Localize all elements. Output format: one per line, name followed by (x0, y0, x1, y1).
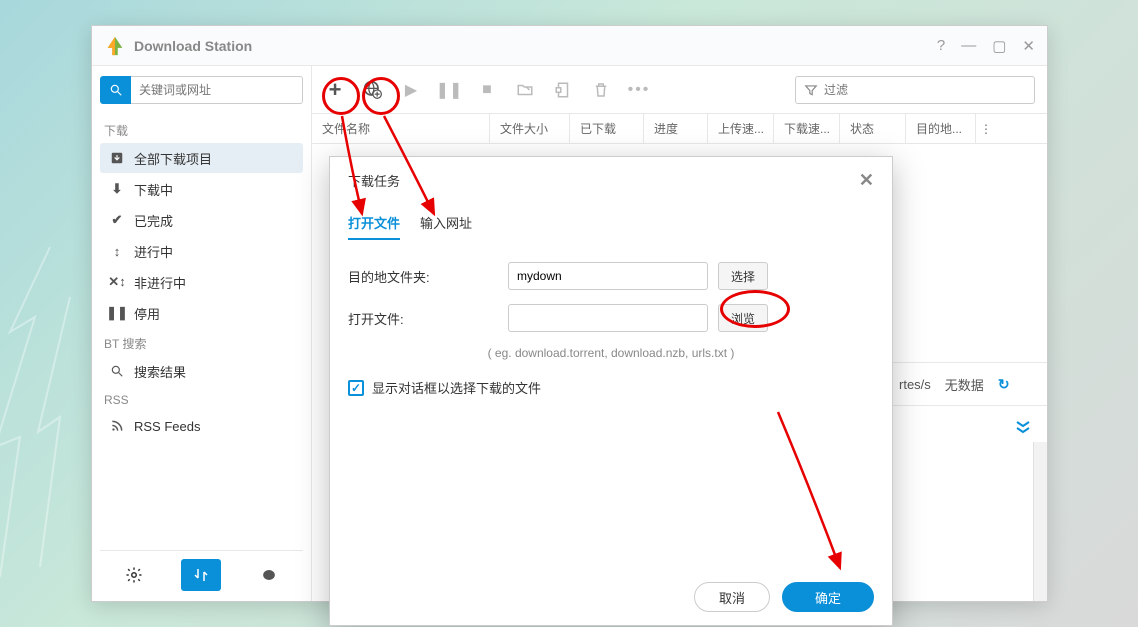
open-file-label: 打开文件: (348, 309, 508, 328)
add-task-button[interactable]: + (324, 79, 346, 101)
section-download: 下载 (104, 122, 299, 139)
downloading-icon: ⬇ (108, 181, 126, 197)
section-rss: RSS (104, 393, 299, 407)
sidebar: 下载 全部下载项目 ⬇ 下载中 ✔ 已完成 ↕ 进行中 ✕↕ 非进行中 ❚❚ 停用 BT … (92, 66, 312, 601)
nav-label: 停用 (134, 304, 160, 323)
minimize-button[interactable]: — (961, 37, 976, 54)
checkbox-icon: ✓ (348, 380, 364, 396)
rss-icon (108, 419, 126, 433)
pause-icon: ❚❚ (108, 305, 126, 321)
col-status[interactable]: 状态 (840, 114, 906, 143)
col-size[interactable]: 文件大小 (490, 114, 570, 143)
tab-open-file[interactable]: 打开文件 (348, 213, 400, 240)
play-button[interactable]: ▶ (400, 79, 422, 101)
transfer-button[interactable] (181, 559, 221, 591)
dest-input[interactable] (508, 262, 708, 290)
cancel-button[interactable]: 取消 (694, 582, 770, 612)
expand-toggle[interactable] (963, 412, 1043, 442)
dialog-title: 下载任务 (348, 171, 859, 190)
delete-button[interactable] (590, 79, 612, 101)
check-icon: ✔ (108, 212, 126, 228)
col-menu[interactable]: ⋮ (976, 114, 996, 143)
file-hint: ( eg. download.torrent, download.nzb, ur… (348, 346, 874, 360)
sidebar-item-rss[interactable]: RSS Feeds (100, 411, 303, 441)
maximize-button[interactable]: ▢ (992, 37, 1006, 55)
search-icon (108, 364, 126, 378)
col-dest[interactable]: 目的地... (906, 114, 976, 143)
tab-enter-url[interactable]: 输入网址 (420, 213, 472, 240)
transfer-icon (192, 566, 210, 584)
col-dlspeed[interactable]: 下载速... (774, 114, 840, 143)
filter-icon (804, 83, 818, 97)
checkbox-label: 显示对话框以选择下载的文件 (372, 378, 541, 397)
dest-label: 目的地文件夹: (348, 267, 508, 286)
download-task-dialog: 下载任务 ✕ 打开文件 输入网址 目的地文件夹: 选择 打开文件: 浏览 ( e… (329, 156, 893, 626)
show-dialog-checkbox[interactable]: ✓ 显示对话框以选择下载的文件 (348, 378, 874, 397)
table-header: 文件名称 文件大小 已下载 进度 上传速... 下载速... 状态 目的地...… (312, 114, 1047, 144)
nav-label: 已完成 (134, 211, 173, 230)
col-downloaded[interactable]: 已下载 (570, 114, 644, 143)
nav-label: 全部下载项目 (134, 149, 212, 168)
refresh-button[interactable]: ↻ (998, 376, 1010, 393)
dest-select-button[interactable]: 选择 (718, 262, 768, 290)
nav-label: RSS Feeds (134, 419, 200, 434)
globe-plus-icon (363, 80, 383, 100)
section-bt: BT 搜索 (104, 335, 299, 352)
col-upspeed[interactable]: 上传速... (708, 114, 774, 143)
filter-input[interactable] (824, 83, 1026, 97)
sidebar-item-downloading[interactable]: ⬇ 下载中 (100, 174, 303, 204)
nav-label: 搜索结果 (134, 362, 186, 381)
sidebar-item-all[interactable]: 全部下载项目 (100, 143, 303, 173)
close-button[interactable]: ✕ (1022, 37, 1035, 55)
emule-icon (259, 566, 279, 584)
ok-button[interactable]: 确定 (782, 582, 874, 612)
app-title: Download Station (134, 38, 921, 54)
help-button[interactable]: ? (937, 37, 945, 54)
emule-button[interactable] (249, 559, 289, 591)
sidebar-item-active[interactable]: ↕ 进行中 (100, 236, 303, 266)
nav-label: 进行中 (134, 242, 173, 261)
sidebar-item-stopped[interactable]: ❚❚ 停用 (100, 298, 303, 328)
search-button[interactable] (100, 76, 131, 104)
status-bar: rtes/s 无数据 ↻ (887, 362, 1047, 406)
status-rate: rtes/s (899, 377, 931, 392)
browse-button[interactable]: 浏览 (718, 304, 768, 332)
nav-label: 非进行中 (134, 273, 186, 292)
toolbar: + ▶ ❚❚ ■ ••• (312, 66, 1047, 114)
sidebar-item-completed[interactable]: ✔ 已完成 (100, 205, 303, 235)
nav-label: 下载中 (134, 180, 173, 199)
chevron-double-down-icon (1015, 420, 1031, 434)
gear-icon (125, 566, 143, 584)
settings-button[interactable] (114, 559, 154, 591)
folder-button[interactable] (514, 79, 536, 101)
more-button[interactable]: ••• (628, 79, 650, 101)
open-file-input[interactable] (508, 304, 708, 332)
add-url-button[interactable] (362, 79, 384, 101)
titlebar: Download Station ? — ▢ ✕ (92, 26, 1047, 66)
status-nodata: 无数据 (945, 375, 984, 394)
pause-button[interactable]: ❚❚ (438, 79, 460, 101)
sidebar-item-inactive[interactable]: ✕↕ 非进行中 (100, 267, 303, 297)
dialog-close-button[interactable]: ✕ (859, 170, 874, 191)
stop-button[interactable]: ■ (476, 79, 498, 101)
app-icon (104, 35, 126, 57)
download-all-icon (108, 151, 126, 165)
col-progress[interactable]: 进度 (644, 114, 708, 143)
sidebar-item-bt-results[interactable]: 搜索结果 (100, 356, 303, 386)
active-icon: ↕ (108, 244, 126, 259)
filter-box[interactable] (795, 76, 1035, 104)
inactive-icon: ✕↕ (108, 274, 126, 290)
scrollbar[interactable] (1033, 442, 1047, 601)
search-icon (109, 83, 123, 97)
col-filename[interactable]: 文件名称 (312, 114, 490, 143)
search-input[interactable] (131, 76, 303, 104)
edit-button[interactable] (552, 79, 574, 101)
